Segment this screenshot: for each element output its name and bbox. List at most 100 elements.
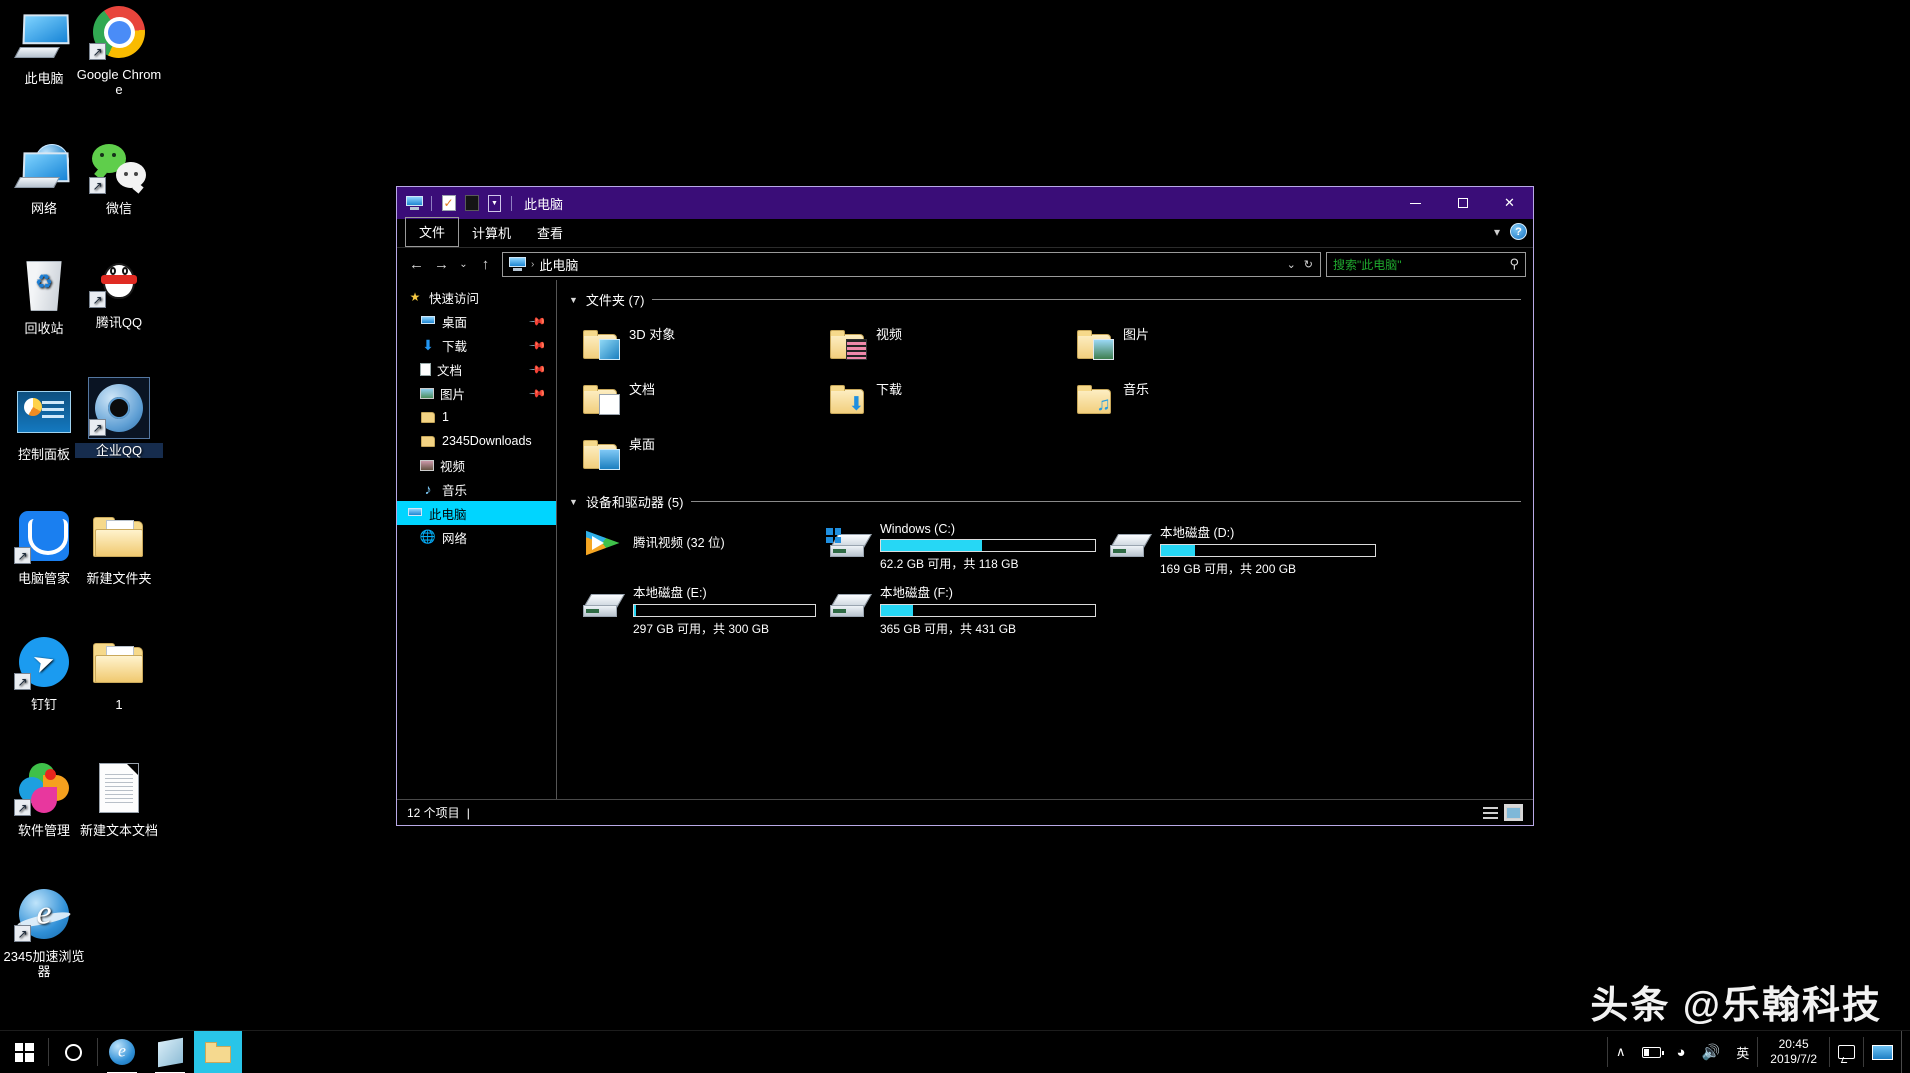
ime-indicator[interactable]: 英 [1728, 1031, 1757, 1073]
system-tray[interactable]: ∧ ◕ 🔊 英 20:45 2019/7/2 [1607, 1031, 1910, 1073]
desktop-icon-label: 腾讯QQ [75, 315, 163, 330]
window-titlebar[interactable]: ▼ 此电脑 ✕ [397, 187, 1533, 219]
large-icons-view-button[interactable] [1504, 804, 1523, 821]
file-list-view[interactable]: ▼ 文件夹 (7) 3D 对象 [557, 280, 1533, 799]
file-explorer-taskbar-button[interactable] [194, 1031, 242, 1073]
ribbon-tabs[interactable]: 文件 计算机 查看 ▾ ? [397, 219, 1533, 248]
folders-grid[interactable]: 3D 对象 视频 图片 [569, 315, 1521, 480]
refresh-button[interactable]: ↻ [1304, 258, 1313, 271]
address-dropdown-icon[interactable]: ⌄ [1287, 258, 1296, 271]
sidebar-item-folder-1[interactable]: 1 [397, 405, 556, 429]
tab-file[interactable]: 文件 [405, 217, 459, 247]
drive-item[interactable]: 本地磁盘 (F:) 365 GB 可用，共 431 GB [816, 577, 1096, 629]
minimize-button[interactable] [1392, 187, 1439, 219]
sidebar-item-pictures[interactable]: 图片 📌 [397, 381, 556, 405]
up-button[interactable]: ↑ [473, 251, 498, 277]
start-button[interactable] [0, 1031, 48, 1073]
folder-item[interactable]: 文档 [569, 370, 816, 425]
new-folder-icon[interactable] [462, 194, 481, 213]
search-icon[interactable]: ⚲ [1509, 256, 1519, 272]
volume-icon[interactable]: 🔊 [1694, 1031, 1729, 1073]
breadcrumb-computer-icon[interactable] [509, 257, 526, 272]
show-desktop-button[interactable] [1901, 1031, 1910, 1073]
desktop-icon [420, 313, 436, 329]
action-center-button[interactable] [1830, 1031, 1863, 1073]
computer-icon[interactable] [405, 194, 424, 213]
maximize-button[interactable] [1439, 187, 1486, 219]
drive-item[interactable]: 本地磁盘 (D:) 169 GB 可用，共 200 GB [1096, 517, 1376, 569]
drive-item[interactable]: 腾讯视频 (32 位) [569, 517, 816, 569]
pin-icon[interactable]: 📌 [529, 360, 548, 379]
show-hidden-icons-button[interactable]: ∧ [1608, 1031, 1634, 1073]
desktop-icon-new-text-document[interactable]: 新建文本文档 [75, 758, 163, 838]
desktop-icon-wechat[interactable]: ↗ 微信 [75, 136, 163, 216]
tray-monitor-icon[interactable] [1864, 1031, 1901, 1073]
tab-computer[interactable]: 计算机 [459, 219, 524, 247]
drives-grid[interactable]: 腾讯视频 (32 位) Windows (C:) [569, 517, 1521, 629]
sidebar-item-network[interactable]: 🌐 网络 [397, 525, 556, 549]
battery-icon[interactable] [1634, 1031, 1669, 1073]
navigation-pane[interactable]: ★ 快速访问 桌面 📌 ⬇ 下载 📌 文档 [397, 280, 557, 799]
sidebar-item-desktop[interactable]: 桌面 📌 [397, 309, 556, 333]
search-input[interactable]: 搜索"此电脑" ⚲ [1326, 252, 1526, 277]
collapse-triangle-icon[interactable]: ▼ [569, 295, 578, 305]
desktop-icon-label: 新建文件夹 [75, 571, 163, 586]
clock-button[interactable]: 20:45 2019/7/2 [1758, 1031, 1829, 1073]
breadcrumb-item[interactable]: 此电脑 [539, 255, 578, 274]
back-button[interactable]: ← [404, 251, 429, 277]
pin-icon[interactable]: 📌 [529, 336, 548, 355]
store-taskbar-button[interactable] [146, 1031, 194, 1073]
wechat-icon: ↗ [89, 136, 149, 196]
desktop-icon-tencent-qq[interactable]: ↗ 腾讯QQ [75, 250, 163, 330]
desktop-icon-folder-1[interactable]: 1 [75, 632, 163, 712]
desktop-icon-new-folder[interactable]: 新建文件夹 [75, 506, 163, 586]
properties-icon[interactable] [439, 194, 458, 213]
browser-taskbar-button[interactable] [98, 1031, 146, 1073]
download-icon: ⬇ [420, 337, 436, 353]
tencent-video-icon [583, 526, 623, 558]
collapse-triangle-icon[interactable]: ▼ [569, 497, 578, 507]
help-button[interactable]: ? [1510, 223, 1527, 240]
drive-item[interactable]: 本地磁盘 (E:) 297 GB 可用，共 300 GB [569, 577, 816, 629]
folder-item[interactable]: ⬇ 下载 [816, 370, 1063, 425]
forward-button[interactable]: → [429, 251, 454, 277]
enterprise-qq-icon: ↗ [89, 378, 149, 438]
quick-access-toolbar[interactable]: ▼ [397, 194, 515, 213]
desktop-icon-enterprise-qq[interactable]: ↗ 企业QQ [75, 378, 163, 458]
folder-item[interactable]: 图片 [1063, 315, 1310, 370]
sidebar-item-this-pc[interactable]: 此电脑 [397, 501, 556, 525]
group-header-folders[interactable]: ▼ 文件夹 (7) [569, 290, 1521, 309]
address-bar[interactable]: › 此电脑 ⌄ ↻ [502, 252, 1321, 277]
pin-icon[interactable]: 📌 [529, 384, 548, 403]
tab-view[interactable]: 查看 [524, 219, 576, 247]
sidebar-item-music[interactable]: ♪ 音乐 [397, 477, 556, 501]
sidebar-item-downloads[interactable]: ⬇ 下载 📌 [397, 333, 556, 357]
chevron-down-icon[interactable]: ▾ [1494, 225, 1500, 239]
desktop-icon-chrome[interactable]: ↗ Google Chrome [75, 2, 163, 97]
sidebar-item-videos[interactable]: 视频 [397, 453, 556, 477]
taskbar[interactable]: ∧ ◕ 🔊 英 20:45 2019/7/2 [0, 1030, 1910, 1073]
cortana-button[interactable] [49, 1031, 97, 1073]
desktop-icon-2345-browser[interactable]: ↗ 2345加速浏览器 [0, 884, 88, 979]
file-explorer-window[interactable]: ▼ 此电脑 ✕ 文件 计算机 查看 ▾ ? ← → ⌄ ↑ [396, 186, 1534, 826]
wifi-icon[interactable]: ◕ [1669, 1031, 1694, 1073]
folder-item[interactable]: 视频 [816, 315, 1063, 370]
drive-item[interactable]: Windows (C:) 62.2 GB 可用，共 118 GB [816, 517, 1096, 569]
recent-locations-button[interactable]: ⌄ [454, 251, 473, 277]
window-controls[interactable]: ✕ [1392, 187, 1533, 219]
address-toolbar[interactable]: ← → ⌄ ↑ › 此电脑 ⌄ ↻ 搜索"此电脑" ⚲ [397, 248, 1533, 280]
pin-icon[interactable]: 📌 [529, 312, 548, 331]
folder-item[interactable]: ♫ 音乐 [1063, 370, 1310, 425]
shortcut-arrow-icon: ↗ [89, 43, 106, 60]
folder-item[interactable]: 3D 对象 [569, 315, 816, 370]
view-toggle-group[interactable] [1481, 804, 1523, 821]
sidebar-item-quick-access[interactable]: ★ 快速访问 [397, 285, 556, 309]
details-view-button[interactable] [1481, 804, 1500, 821]
customize-dropdown-icon[interactable]: ▼ [485, 194, 504, 213]
sidebar-item-2345downloads[interactable]: 2345Downloads [397, 429, 556, 453]
sidebar-item-documents[interactable]: 文档 📌 [397, 357, 556, 381]
group-header-drives[interactable]: ▼ 设备和驱动器 (5) [569, 492, 1521, 511]
close-button[interactable]: ✕ [1486, 187, 1533, 219]
folder-item[interactable]: 桌面 [569, 425, 816, 480]
desktop-icon-area[interactable]: 此电脑 ↗ Google Chrome 网络 ↗ 微信 [0, 0, 200, 1030]
